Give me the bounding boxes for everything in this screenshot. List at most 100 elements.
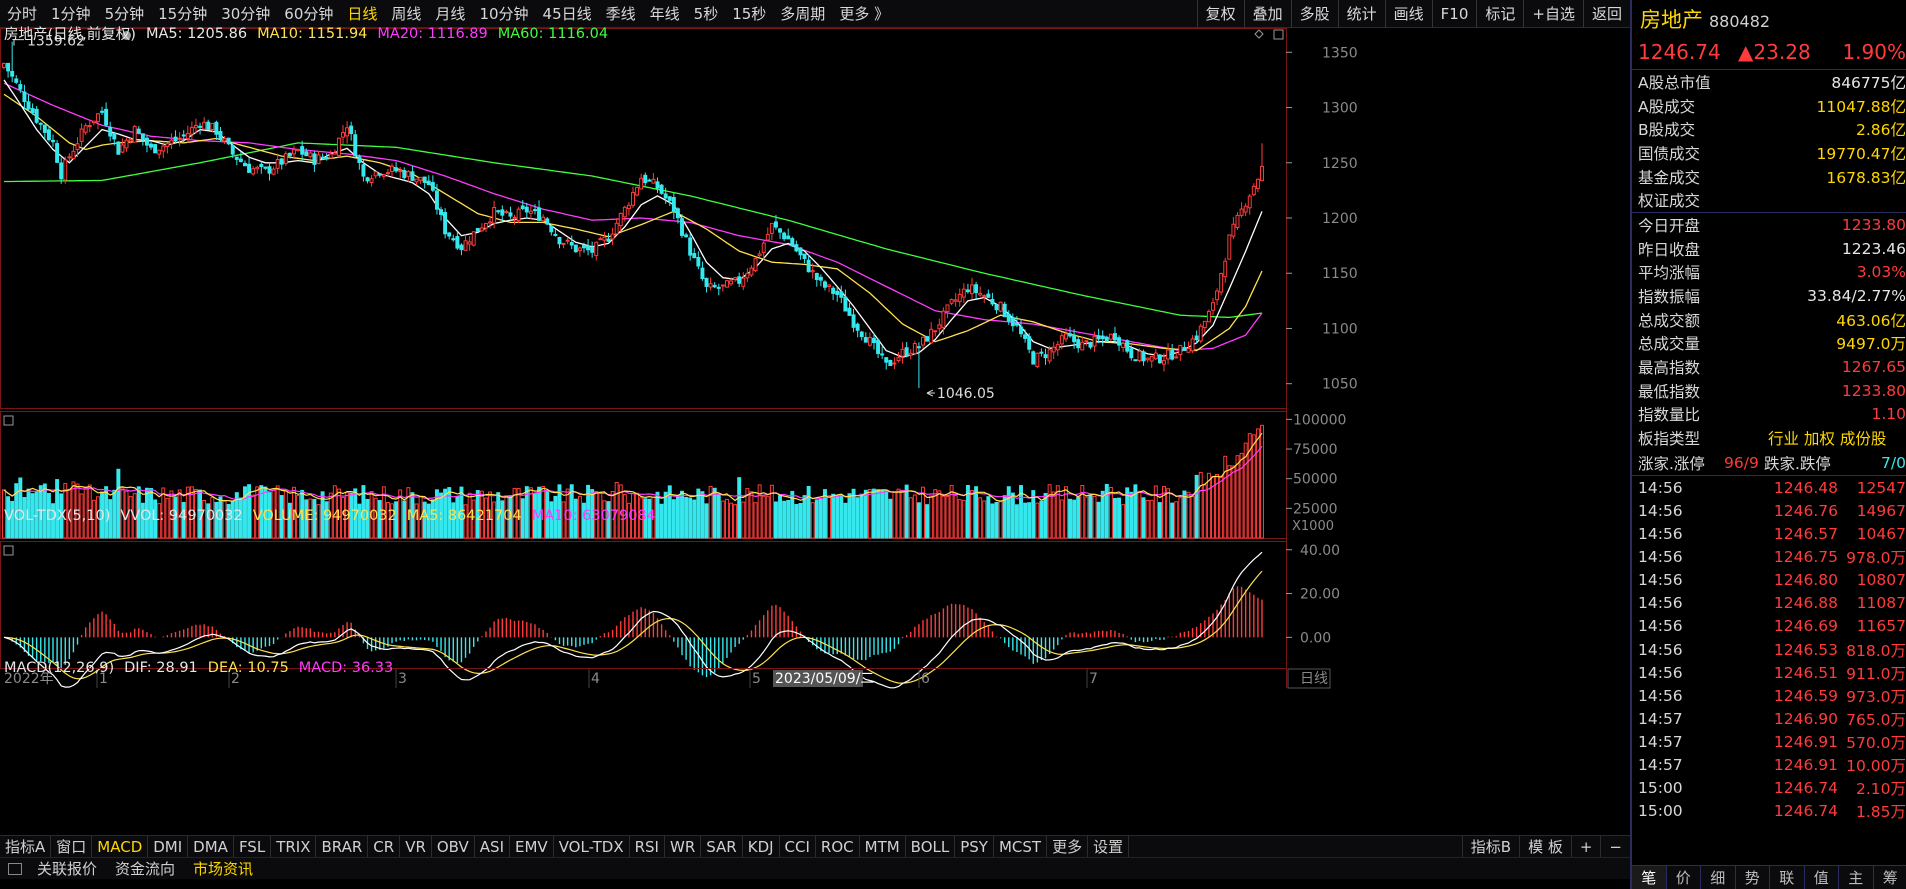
volume-bar: [720, 500, 725, 539]
indicator-right-tab-3[interactable]: −: [1600, 836, 1630, 858]
panel-tab-5[interactable]: 值: [1805, 866, 1839, 889]
period-tab-14[interactable]: 15秒: [725, 0, 773, 28]
trade-price: 1246.90: [1773, 709, 1838, 728]
candle-body: [451, 238, 456, 241]
trade-price: 1246.91: [1773, 732, 1838, 751]
candle-body: [1211, 302, 1215, 311]
volume-bar: [1092, 495, 1097, 539]
indicator-tab-12[interactable]: EMV: [510, 835, 554, 858]
candle-body: [892, 362, 897, 365]
tool-button-8[interactable]: 返回: [1582, 0, 1630, 28]
period-tab-13[interactable]: 5秒: [687, 0, 726, 28]
indicator-tab-21[interactable]: BOLL: [906, 835, 956, 858]
panel-maximize-icon[interactable]: [1273, 29, 1284, 40]
candle-body: [1047, 349, 1052, 362]
volume-bar: [1206, 472, 1211, 539]
indicator-tab-9[interactable]: VR: [400, 835, 432, 858]
bottom-tab-2[interactable]: 市场资讯: [184, 858, 262, 880]
ma20-legend: MA20: 1116.89: [377, 25, 488, 42]
candle-body: [51, 139, 55, 143]
tool-button-0[interactable]: 复权: [1196, 0, 1244, 28]
indicator-tab-17[interactable]: KDJ: [743, 835, 780, 858]
trade-time: 14:56: [1638, 594, 1683, 613]
candle-body: [626, 204, 631, 210]
tool-button-5[interactable]: F10: [1431, 0, 1477, 28]
candle-body: [921, 336, 925, 346]
candle-body: [263, 166, 268, 169]
indicator-right-tab-1[interactable]: 模 板: [1519, 836, 1571, 858]
indicator-tab-6[interactable]: TRIX: [271, 835, 317, 858]
panel-tab-3[interactable]: 势: [1736, 866, 1770, 889]
candle-body: [6, 62, 11, 72]
indicator-tab-25[interactable]: 设置: [1088, 835, 1130, 858]
panel-tab-7[interactable]: 筹: [1874, 866, 1906, 889]
indicator-tab-19[interactable]: ROC: [816, 835, 860, 858]
indicator-tab-0[interactable]: 指标A: [0, 835, 52, 858]
volume-bar: [978, 497, 983, 539]
candle-body: [304, 151, 309, 157]
candle-body: [361, 164, 366, 177]
volume-tick-label: 25000: [1293, 501, 1338, 517]
candle-body: [1219, 273, 1224, 293]
period-tab-16[interactable]: 更多 》: [832, 0, 896, 28]
period-tab-15[interactable]: 多周期: [773, 0, 832, 28]
panel-tab-1[interactable]: 价: [1667, 866, 1701, 889]
volume-bar: [1153, 485, 1158, 539]
tool-button-4[interactable]: 画线: [1384, 0, 1432, 28]
macd-collapse-icon[interactable]: [3, 545, 14, 556]
bottom-tab-1[interactable]: 资金流向: [106, 858, 184, 880]
panel-tab-0[interactable]: 笔: [1632, 866, 1667, 889]
indicator-tab-18[interactable]: CCI: [780, 835, 816, 858]
stat-row: 国债成交 19770.47亿: [1632, 141, 1906, 165]
indicator-tab-4[interactable]: DMA: [188, 835, 234, 858]
indicator-tab-5[interactable]: FSL: [234, 835, 272, 858]
indicator-right-tab-2[interactable]: +: [1570, 836, 1601, 858]
candle-body: [353, 134, 358, 157]
indicator-tab-11[interactable]: ASI: [475, 835, 510, 858]
tool-button-6[interactable]: 标记: [1476, 0, 1523, 28]
kline-chart-area[interactable]: 1350 1300 1250 1200 1150 1100 1050 100000 75000 5…: [0, 25, 1630, 835]
volume-bar: [1129, 491, 1134, 539]
indicator-tab-24[interactable]: 更多: [1047, 835, 1089, 858]
indicator-tab-7[interactable]: BRAR: [316, 835, 369, 858]
indicator-tab-20[interactable]: MTM: [860, 835, 906, 858]
indicator-tab-1[interactable]: 窗口: [51, 835, 93, 858]
panel-tab-6[interactable]: 主: [1839, 866, 1874, 889]
indicator-tab-22[interactable]: PSY: [955, 835, 994, 858]
indicator-right-tab-0[interactable]: 指标B: [1461, 836, 1519, 858]
tool-button-3[interactable]: 统计: [1337, 0, 1385, 28]
panel-tab-2[interactable]: 细: [1701, 866, 1736, 889]
indicator-tab-23[interactable]: MCST: [994, 835, 1048, 858]
candle-body: [880, 353, 885, 356]
volume-bar: [818, 498, 823, 539]
candle-body: [651, 178, 656, 184]
indicator-tab-3[interactable]: DMI: [148, 835, 189, 858]
period-tab-12[interactable]: 年线: [643, 0, 687, 28]
indicator-tab-14[interactable]: RSI: [630, 835, 665, 858]
candle-body: [769, 222, 774, 234]
volume-bar: [859, 493, 864, 539]
tool-button-2[interactable]: 多股: [1290, 0, 1338, 28]
volume-collapse-icon[interactable]: [3, 415, 14, 426]
indicator-tab-8[interactable]: CR: [368, 835, 401, 858]
bottom-tab-0[interactable]: 关联报价: [28, 858, 106, 880]
indicator-tab-10[interactable]: OBV: [432, 835, 475, 858]
index-type-value[interactable]: 行业 加权 成份股: [1768, 427, 1886, 449]
indicator-tab-13[interactable]: VOL-TDX: [554, 835, 630, 858]
candle-body: [684, 234, 689, 238]
tool-button-1[interactable]: 叠加: [1243, 0, 1291, 28]
stat-label: 昨日收盘: [1638, 240, 1701, 259]
panel-toggle-icon[interactable]: [8, 862, 22, 875]
indicator-tab-2[interactable]: MACD: [92, 835, 149, 858]
candle-body: [95, 113, 100, 123]
candle-body: [1019, 326, 1023, 335]
volume-bar: [1166, 488, 1171, 539]
volume-bar: [847, 493, 852, 539]
kline-chart-svg[interactable]: 1350 1300 1250 1200 1150 1100 1050 100000 75000 5…: [0, 28, 1630, 835]
tool-button-7[interactable]: +自选: [1523, 0, 1583, 28]
last-price: 1246.74: [1638, 39, 1721, 64]
panel-tab-4[interactable]: 联: [1770, 866, 1805, 889]
indicator-tab-16[interactable]: SAR: [701, 835, 743, 858]
panel-diamond-icon[interactable]: [1254, 29, 1264, 39]
indicator-tab-15[interactable]: WR: [665, 835, 702, 858]
